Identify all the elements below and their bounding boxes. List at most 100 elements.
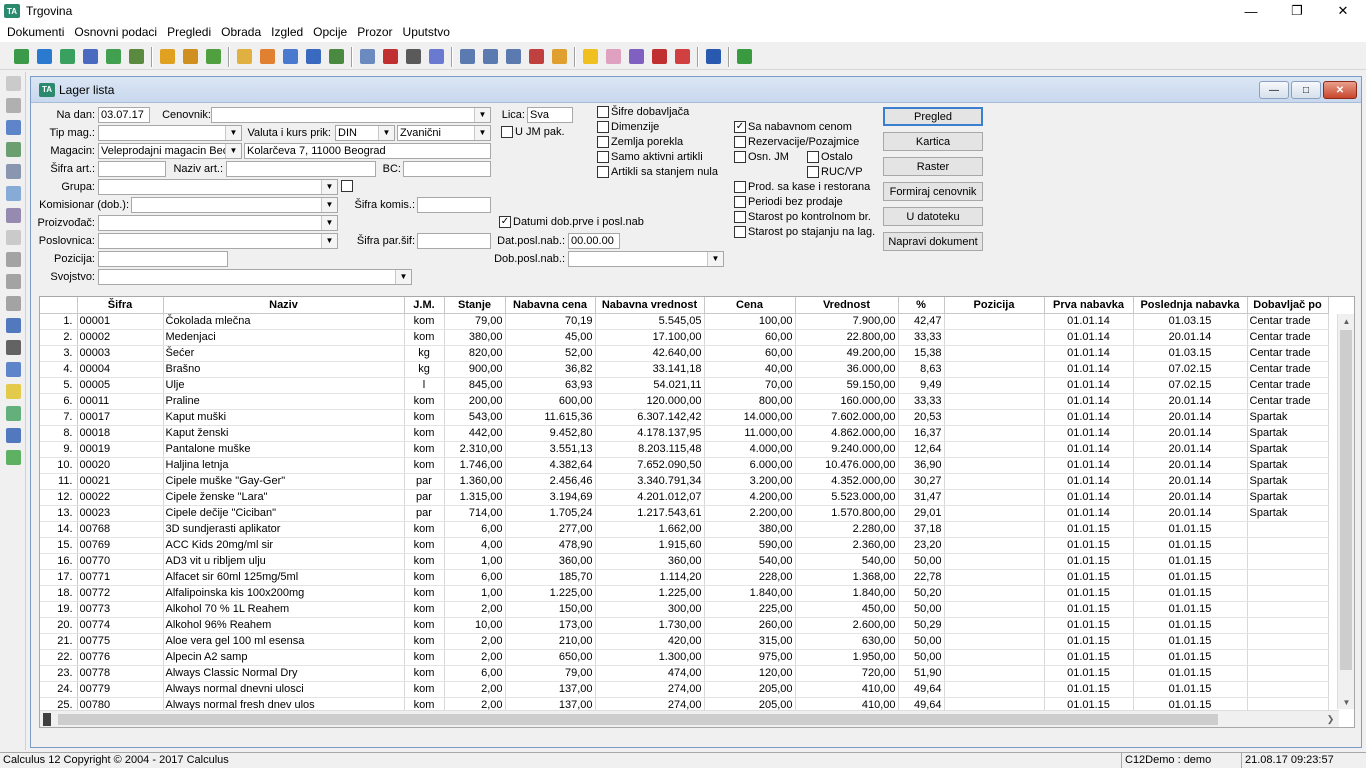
- table-row[interactable]: 6. 00011 Praline kom 200,00 600,00 120.000,00 8…: [40, 393, 1329, 410]
- lager-grid[interactable]: Šifra Naziv J.M. Stanje Nabavna cena Nabavna …: [39, 296, 1355, 728]
- option-checkbox-3[interactable]: Samo aktivni artikli: [597, 151, 703, 163]
- option-checkbox-0[interactable]: Šifre dobavljača: [597, 106, 689, 118]
- child-minimize-button[interactable]: —: [1259, 81, 1289, 99]
- grid-horizontal-scrollbar[interactable]: ❯: [40, 710, 1339, 727]
- toolbar-button-23[interactable]: [479, 47, 501, 67]
- left-tool-button-4[interactable]: [0, 160, 26, 182]
- table-row[interactable]: 7. 00017 Kaput muški kom 543,00 11.615,36 6.30…: [40, 409, 1329, 426]
- lica-field[interactable]: Sva: [527, 107, 573, 123]
- column-header-10[interactable]: Pozicija: [944, 297, 1045, 314]
- menu-3[interactable]: Obrada: [216, 25, 266, 39]
- action-button-3[interactable]: Formiraj cenovnik: [883, 182, 983, 201]
- left-tool-button-3[interactable]: [0, 138, 26, 160]
- bc-field[interactable]: [403, 161, 491, 177]
- toolbar-button-1[interactable]: [33, 47, 55, 67]
- svojstvo-select[interactable]: ▼: [98, 269, 412, 285]
- left-tool-button-15[interactable]: [0, 402, 26, 424]
- close-button[interactable]: ✕: [1320, 0, 1366, 22]
- prod-kase-checkbox[interactable]: Prod. sa kase i restorana: [734, 181, 870, 193]
- left-tool-button-12[interactable]: [0, 336, 26, 358]
- column-header-6[interactable]: Nabavna vrednost: [595, 297, 705, 314]
- sa-nabavnom-checkbox[interactable]: ✓ Sa nabavnom cenom: [734, 121, 852, 133]
- table-row[interactable]: 21. 00775 Aloe vera gel 100 ml esensa kom 2,…: [40, 633, 1329, 650]
- toolbar-button-17[interactable]: [356, 47, 378, 67]
- table-row[interactable]: 9. 00019 Pantalone muške kom 2.310,00 3.551,1…: [40, 441, 1329, 458]
- proizvodjac-select[interactable]: ▼: [98, 215, 338, 231]
- toolbar-button-29[interactable]: [602, 47, 624, 67]
- poslovnica-select[interactable]: ▼: [98, 233, 338, 249]
- dob-posl-nab-select[interactable]: ▼: [568, 251, 724, 267]
- toolbar-button-30[interactable]: [625, 47, 647, 67]
- left-tool-button-11[interactable]: [0, 314, 26, 336]
- grid-vertical-scrollbar[interactable]: ▲ ▼: [1337, 314, 1354, 709]
- toolbar-button-31[interactable]: [648, 47, 670, 67]
- toolbar-button-20[interactable]: [425, 47, 447, 67]
- left-tool-button-0[interactable]: [0, 72, 26, 94]
- kurs-select[interactable]: Zvanični ▼: [397, 125, 491, 141]
- toolbar-button-19[interactable]: [402, 47, 424, 67]
- left-tool-button-9[interactable]: [0, 270, 26, 292]
- tip-mag-select[interactable]: ▼: [98, 125, 242, 141]
- table-row[interactable]: 12. 00022 Cipele ženske "Lara" par 1.315,00 3…: [40, 489, 1329, 506]
- magacin-select[interactable]: Veleprodajni magacin Beo ▼: [98, 143, 242, 159]
- toolbar-button-24[interactable]: [502, 47, 524, 67]
- table-row[interactable]: 15. 00769 ACC Kids 20mg/ml sir kom 4,00 478,9…: [40, 537, 1329, 554]
- toolbar-button-13[interactable]: [279, 47, 301, 67]
- column-header-11[interactable]: Prva nabavka: [1044, 297, 1134, 314]
- table-row[interactable]: 3. 00003 Šećer kg 820,00 52,00 42.640,00 60,00 4…: [40, 345, 1329, 362]
- toolbar-button-3[interactable]: [79, 47, 101, 67]
- column-header-13[interactable]: Dobavljač po: [1247, 297, 1329, 314]
- minimize-button[interactable]: —: [1228, 0, 1274, 22]
- action-button-5[interactable]: Napravi dokument: [883, 232, 983, 251]
- column-header-1[interactable]: Šifra: [77, 297, 164, 314]
- toolbar-button-15[interactable]: [325, 47, 347, 67]
- datumi-dob-checkbox[interactable]: ✓ Datumi dob.prve i posl.nab: [499, 216, 644, 228]
- toolbar-button-26[interactable]: [548, 47, 570, 67]
- table-row[interactable]: 22. 00776 Alpecin A2 samp kom 2,00 650,00 1.30…: [40, 649, 1329, 666]
- pozicija-field[interactable]: [98, 251, 228, 267]
- toolbar-button-36[interactable]: [733, 47, 755, 67]
- scroll-thumb[interactable]: [58, 714, 1218, 725]
- naziv-art-field[interactable]: [226, 161, 376, 177]
- toolbar-button-14[interactable]: [302, 47, 324, 67]
- starost-stanju-checkbox[interactable]: Starost po stajanju na lag.: [734, 226, 875, 238]
- toolbar-button-32[interactable]: [671, 47, 693, 67]
- table-row[interactable]: 24. 00779 Always normal dnevni ulosci kom 2,…: [40, 681, 1329, 698]
- left-tool-button-16[interactable]: [0, 424, 26, 446]
- toolbar-button-34[interactable]: [702, 47, 724, 67]
- table-row[interactable]: 11. 00021 Cipele muške "Gay-Ger" par 1.360,0…: [40, 473, 1329, 490]
- toolbar-button-22[interactable]: [456, 47, 478, 67]
- child-maximize-button[interactable]: □: [1291, 81, 1321, 99]
- rezervacije-checkbox[interactable]: Rezervacije/Pozajmice: [734, 136, 859, 148]
- left-tool-button-2[interactable]: [0, 116, 26, 138]
- table-row[interactable]: 13. 00023 Cipele dečije "Ciciban" par 714,00…: [40, 505, 1329, 522]
- starost-kontrolnom-checkbox[interactable]: Starost po kontrolnom br.: [734, 211, 871, 223]
- column-header-0[interactable]: [40, 297, 78, 314]
- table-row[interactable]: 23. 00778 Always Classic Normal Dry kom 6,00…: [40, 665, 1329, 682]
- table-row[interactable]: 20. 00774 Alkohol 96% Reahem kom 10,00 173,00…: [40, 617, 1329, 634]
- action-button-1[interactable]: Kartica: [883, 132, 983, 151]
- left-tool-button-1[interactable]: [0, 94, 26, 116]
- cenovnik-select[interactable]: ▼: [211, 107, 491, 123]
- toolbar-button-9[interactable]: [202, 47, 224, 67]
- option-checkbox-2[interactable]: Zemlja porekla: [597, 136, 683, 148]
- option-checkbox-4[interactable]: Artikli sa stanjem nula: [597, 166, 718, 178]
- menu-6[interactable]: Prozor: [352, 25, 397, 39]
- table-row[interactable]: 14. 00768 3D sundjerasti aplikator kom 6,00 2…: [40, 521, 1329, 538]
- toolbar-button-28[interactable]: [579, 47, 601, 67]
- table-row[interactable]: 1. 00001 Čokolada mlečna kom 79,00 70,19 5.545…: [40, 313, 1329, 330]
- menu-1[interactable]: Osnovni podaci: [69, 25, 162, 39]
- menu-0[interactable]: Dokumenti: [2, 25, 69, 39]
- toolbar-button-12[interactable]: [256, 47, 278, 67]
- ruc-vp-checkbox[interactable]: RUC/VP: [807, 166, 863, 178]
- left-tool-button-13[interactable]: [0, 358, 26, 380]
- table-row[interactable]: 2. 00002 Medenjaci kom 380,00 45,00 17.100,00 6…: [40, 329, 1329, 346]
- toolbar-button-2[interactable]: [56, 47, 78, 67]
- menu-4[interactable]: Izgled: [266, 25, 308, 39]
- table-row[interactable]: 17. 00771 Alfacet sir 60ml 125mg/5ml kom 6,0…: [40, 569, 1329, 586]
- toolbar-button-11[interactable]: [233, 47, 255, 67]
- grupa-select[interactable]: ▼: [98, 179, 338, 195]
- grupa-checkbox[interactable]: [341, 180, 355, 192]
- left-tool-button-5[interactable]: [0, 182, 26, 204]
- table-row[interactable]: 8. 00018 Kaput ženski kom 442,00 9.452,80 4.17…: [40, 425, 1329, 442]
